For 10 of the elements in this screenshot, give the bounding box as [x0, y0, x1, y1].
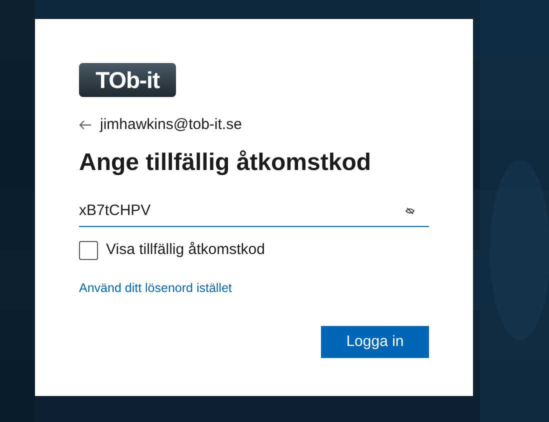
- sign-in-button[interactable]: Logga in: [321, 326, 429, 358]
- back-arrow-icon[interactable]: [79, 120, 92, 130]
- checkbox[interactable]: [79, 240, 98, 260]
- eye-slash-icon[interactable]: [405, 207, 415, 215]
- logo: TOb-it: [79, 63, 176, 97]
- password-link[interactable]: Använd ditt lösenord istället: [79, 278, 232, 298]
- checkbox-label: Visa tillfällig åtkomstkod: [106, 240, 265, 260]
- account-email: jimhawkins@tob-it.se: [100, 114, 242, 135]
- code-field[interactable]: xB7tCHPV: [79, 195, 429, 227]
- page-title: Ange tillfällig åtkomstkod: [79, 148, 372, 178]
